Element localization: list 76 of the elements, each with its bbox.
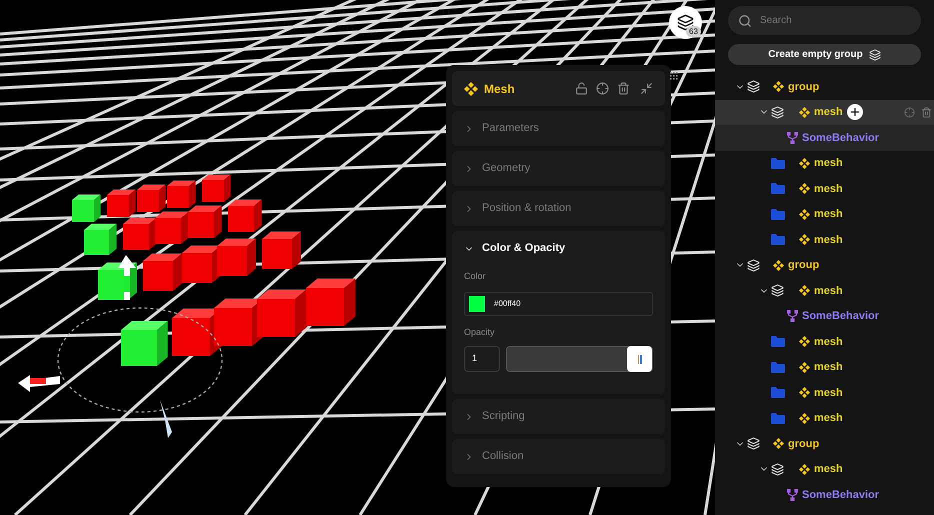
color-field[interactable]: #00ff40: [464, 292, 653, 316]
tree-item[interactable]: mesh: [715, 406, 934, 431]
tree-item[interactable]: group: [715, 431, 934, 456]
tree-item[interactable]: SomeBehavior: [715, 304, 934, 329]
layers-icon: [771, 284, 784, 298]
tree-item[interactable]: mesh: [715, 329, 934, 354]
diamond-dots-icon: [773, 438, 784, 450]
diamond-dots-icon: [799, 208, 810, 220]
folder-icon: [771, 387, 785, 398]
tree-item[interactable]: mesh: [715, 380, 934, 406]
diamond-dots-icon: [799, 106, 810, 118]
panel-title: Mesh: [484, 80, 515, 98]
diamond-dots-icon: [799, 234, 810, 246]
field-label: Opacity: [464, 326, 496, 339]
collapse-icon[interactable]: [640, 82, 653, 95]
tree-item[interactable]: SomeBehavior: [715, 482, 934, 508]
diamond-dots-icon: [799, 336, 810, 348]
layers-icon: [868, 48, 881, 60]
diamond-dots-icon: [773, 81, 784, 92]
tree-item[interactable]: SomeBehavior: [715, 125, 934, 150]
layers-icon: [771, 106, 784, 119]
trash-icon[interactable]: [921, 106, 932, 118]
branch-icon: [787, 488, 798, 501]
count-badge: 63: [686, 26, 701, 37]
tree-item[interactable]: mesh: [715, 278, 934, 304]
section-header[interactable]: Parameters: [452, 111, 665, 146]
diamond-dots-icon: [799, 362, 810, 373]
folder-icon: [771, 234, 785, 246]
diamond-dots-icon: [464, 82, 478, 96]
unlock-icon[interactable]: [575, 82, 588, 95]
diamond-dots-icon: [799, 464, 810, 475]
tree-item[interactable]: mesh: [715, 150, 934, 176]
folder-icon: [771, 183, 785, 194]
section-header[interactable]: Collision: [452, 439, 665, 474]
section-header[interactable]: Color & Opacity: [452, 231, 665, 266]
branch-icon: [787, 132, 798, 144]
tree-item[interactable]: group: [715, 74, 934, 100]
diamond-dots-icon: [799, 412, 810, 424]
tree-item[interactable]: group: [715, 252, 934, 278]
tree-item[interactable]: mesh: [715, 202, 934, 227]
slider-thumb[interactable]: [627, 346, 652, 372]
folder-icon: [771, 336, 785, 348]
section-header[interactable]: Position & rotation: [452, 191, 665, 226]
diamond-dots-icon: [799, 285, 810, 296]
layers-icon: [747, 258, 760, 272]
tree-item[interactable]: mesh: [715, 354, 934, 380]
folder-icon: [771, 412, 785, 424]
search-field[interactable]: Search: [728, 6, 921, 35]
tree-item[interactable]: mesh: [715, 227, 934, 252]
tree-item[interactable]: mesh: [715, 456, 934, 482]
tree-item[interactable]: mesh: [715, 100, 934, 125]
tree-item[interactable]: mesh: [715, 176, 934, 202]
section-header[interactable]: Scripting: [452, 399, 665, 434]
layers-icon: [747, 437, 760, 450]
add-button[interactable]: [846, 104, 863, 120]
layers-icon: [771, 462, 784, 476]
folder-icon: [771, 362, 785, 373]
diamond-dots-icon: [773, 260, 784, 271]
drag-grip-icon[interactable]: [670, 72, 678, 80]
field-label: Color: [464, 270, 487, 283]
search-input[interactable]: Search: [760, 13, 900, 28]
opacity-input[interactable]: 1: [464, 346, 500, 372]
diamond-dots-icon: [799, 158, 810, 169]
section-header[interactable]: Geometry: [452, 151, 665, 186]
folder-icon: [771, 158, 785, 169]
search-icon: [738, 14, 752, 28]
color-swatch[interactable]: [469, 296, 485, 312]
plus-icon: [848, 106, 861, 118]
create-group-button[interactable]: Create empty group: [728, 44, 921, 65]
folder-icon: [771, 208, 785, 220]
diamond-dots-icon: [799, 183, 810, 194]
layers-icon: [747, 80, 760, 94]
branch-icon: [787, 310, 798, 322]
trash-icon[interactable]: [617, 82, 630, 95]
crosshair-icon[interactable]: [596, 82, 609, 95]
diamond-dots-icon: [799, 387, 810, 398]
